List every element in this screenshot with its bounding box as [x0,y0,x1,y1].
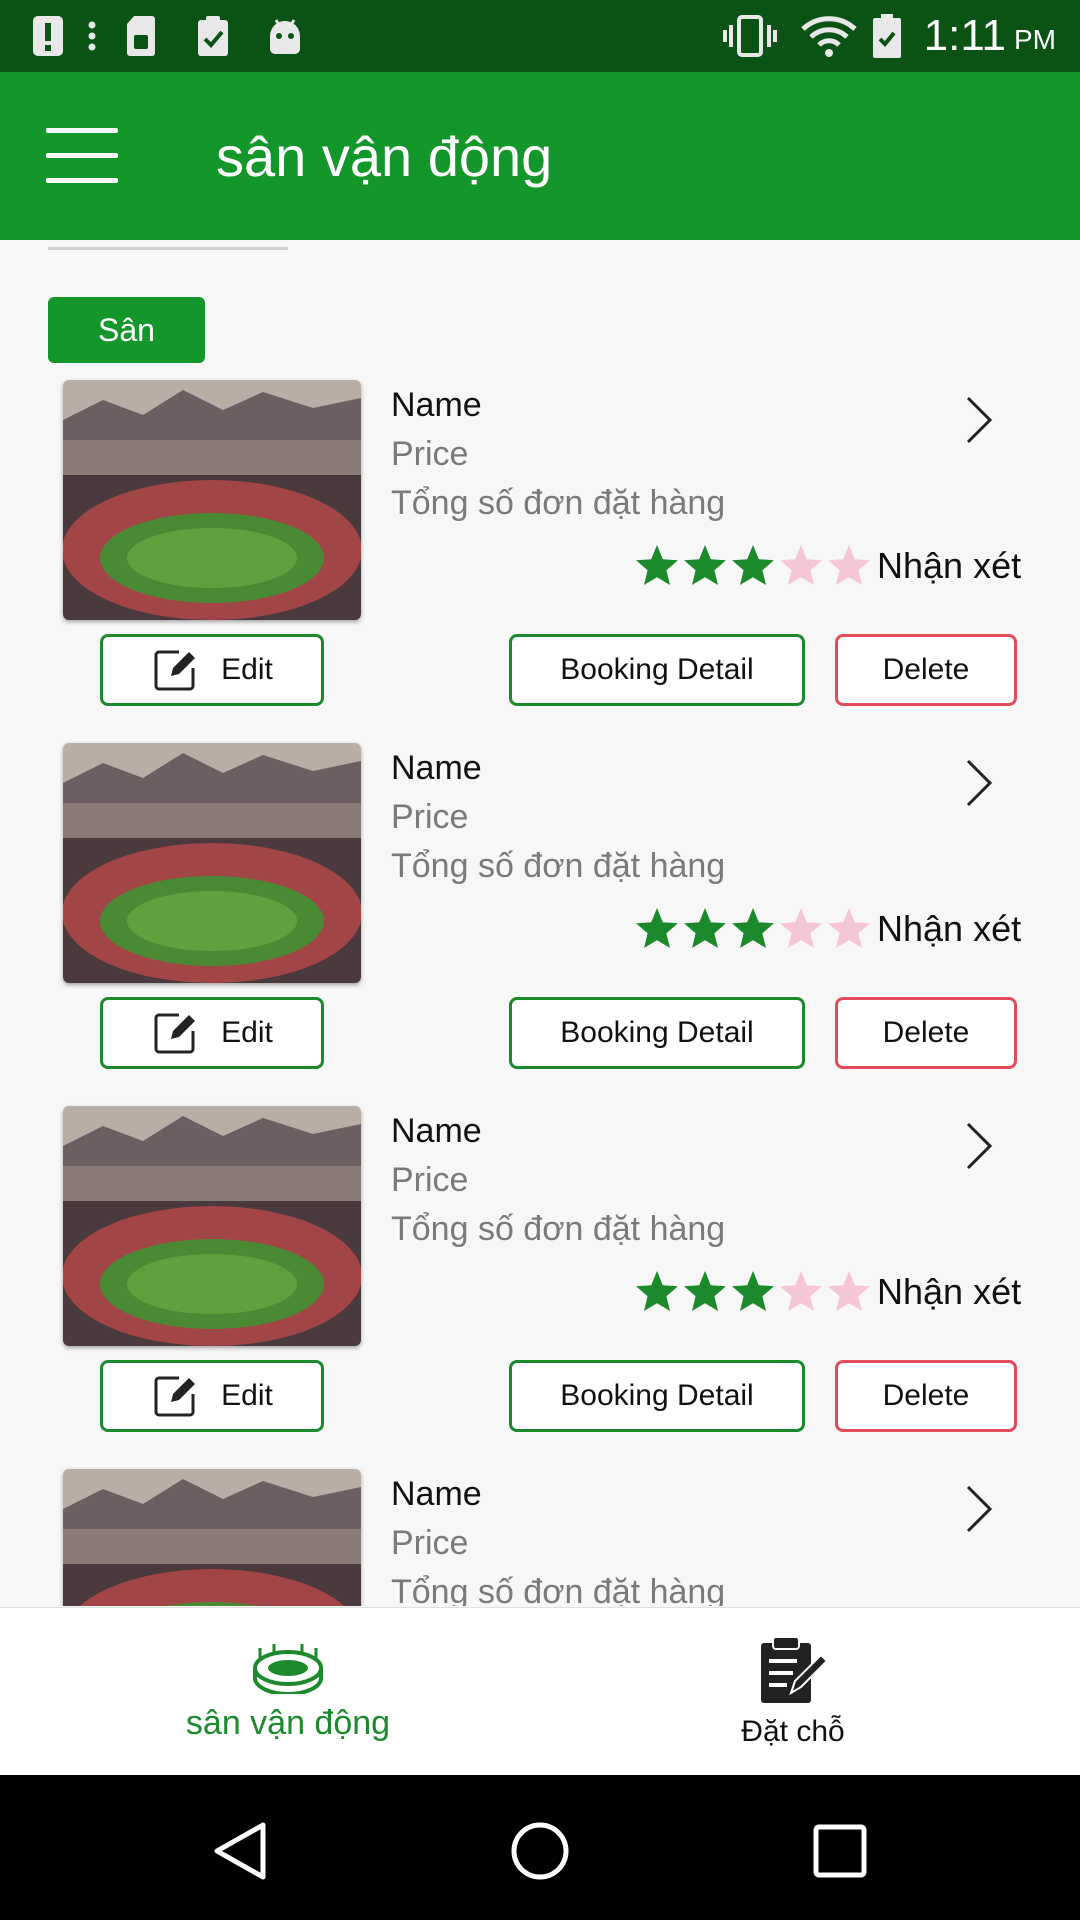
stadium-list[interactable]: Name Price Tổng số đơn đặt hàng Nhận xét… [0,378,1080,1606]
more-icon [82,0,102,72]
stadium-name: Name [391,1112,482,1150]
chevron-right-icon[interactable] [958,753,998,813]
edit-button[interactable]: Edit [100,634,324,706]
clock-time: 1:11 [923,11,1006,60]
chevron-right-icon[interactable] [958,390,998,450]
list-item: Name Price Tổng số đơn đặt hàng Nhận xét… [0,1104,1080,1467]
star-filled-icon [732,908,774,948]
sim-icon [124,0,158,72]
rating: Nhận xét [633,1267,1021,1317]
recents-icon[interactable] [800,1811,880,1891]
bottom-navigation: sân vận động Đặt chỗ [0,1607,1080,1776]
review-link[interactable]: Nhận xét [877,1271,1021,1313]
star-empty-icon [828,908,870,948]
delete-button[interactable]: Delete [835,997,1017,1069]
stadium-price: Price [391,1524,469,1562]
star-empty-icon [828,1271,870,1311]
star-empty-icon [780,1271,822,1311]
star-filled-icon [684,908,726,948]
clipboard-check-icon [196,0,230,72]
star-filled-icon [732,1271,774,1311]
stadium-orders: Tổng số đơn đặt hàng [391,847,726,885]
nav-item-stadium[interactable]: sân vận động [140,1608,436,1776]
stadium-image[interactable] [63,1469,361,1606]
alert-icon [30,0,66,72]
system-navigation-bar [0,1775,1080,1920]
star-filled-icon [684,1271,726,1311]
stadium-image[interactable] [63,1106,361,1346]
home-icon[interactable] [500,1811,580,1891]
list-item: Name Price Tổng số đơn đặt hàng Nhận xét… [0,741,1080,1104]
chevron-right-icon[interactable] [958,1479,998,1539]
delete-button[interactable]: Delete [835,1360,1017,1432]
stadium-price: Price [391,1161,469,1199]
stadium-name: Name [391,386,482,424]
edit-button[interactable]: Edit [100,997,324,1069]
edit-label: Edit [221,653,273,686]
booking-detail-button[interactable]: Booking Detail [509,634,805,706]
battery-icon [870,0,904,72]
stadium-image[interactable] [63,743,361,983]
status-time: 1:11 PM [924,0,1056,72]
back-icon[interactable] [203,1811,283,1891]
rating: Nhận xét [633,904,1021,954]
star-filled-icon [636,1271,678,1311]
star-filled-icon [732,545,774,585]
review-link[interactable]: Nhận xét [877,908,1021,950]
edit-label: Edit [221,1016,273,1049]
nav-item-booking[interactable]: Đặt chỗ [650,1608,936,1776]
booking-detail-button[interactable]: Booking Detail [509,997,805,1069]
nav-label-stadium: sân vận động [185,1703,391,1742]
nav-label-booking: Đặt chỗ [741,1715,845,1748]
stadium-orders: Tổng số đơn đặt hàng [391,1210,726,1248]
stadium-icon [253,1643,323,1694]
edit-icon [154,650,196,691]
star-filled-icon [636,908,678,948]
app-bar: sân vận động [0,72,1080,240]
android-icon [266,0,304,72]
stadium-name: Name [391,749,482,787]
star-empty-icon [780,908,822,948]
stadium-orders: Tổng số đơn đặt hàng [391,1573,726,1606]
review-link[interactable]: Nhận xét [877,545,1021,587]
clipboard-edit-icon [761,1636,829,1703]
edit-icon [154,1376,196,1417]
edit-button[interactable]: Edit [100,1360,324,1432]
star-empty-icon [780,545,822,585]
edit-label: Edit [221,1379,273,1412]
stadium-image[interactable] [63,380,361,620]
wifi-icon [800,0,858,72]
stadium-orders: Tổng số đơn đặt hàng [391,484,726,522]
stadium-price: Price [391,798,469,836]
delete-button[interactable]: Delete [835,634,1017,706]
clock-ampm: PM [1014,24,1056,55]
list-item: Name Price Tổng số đơn đặt hàng [0,1467,1080,1606]
status-bar: 1:11 PM [0,0,1080,72]
hamburger-menu-icon[interactable] [46,128,120,184]
page-title: sân vận động [216,124,553,188]
stadium-price: Price [391,435,469,473]
edit-icon [154,1013,196,1054]
star-filled-icon [636,545,678,585]
chevron-right-icon[interactable] [958,1116,998,1176]
booking-detail-button[interactable]: Booking Detail [509,1360,805,1432]
rating: Nhận xét [633,541,1021,591]
stadium-name: Name [391,1475,482,1513]
filter-chip-san[interactable]: Sân [48,297,205,363]
list-item: Name Price Tổng số đơn đặt hàng Nhận xét… [0,378,1080,741]
star-empty-icon [828,545,870,585]
vibrate-icon [722,0,778,72]
star-filled-icon [684,545,726,585]
tab-indicator [48,247,288,250]
